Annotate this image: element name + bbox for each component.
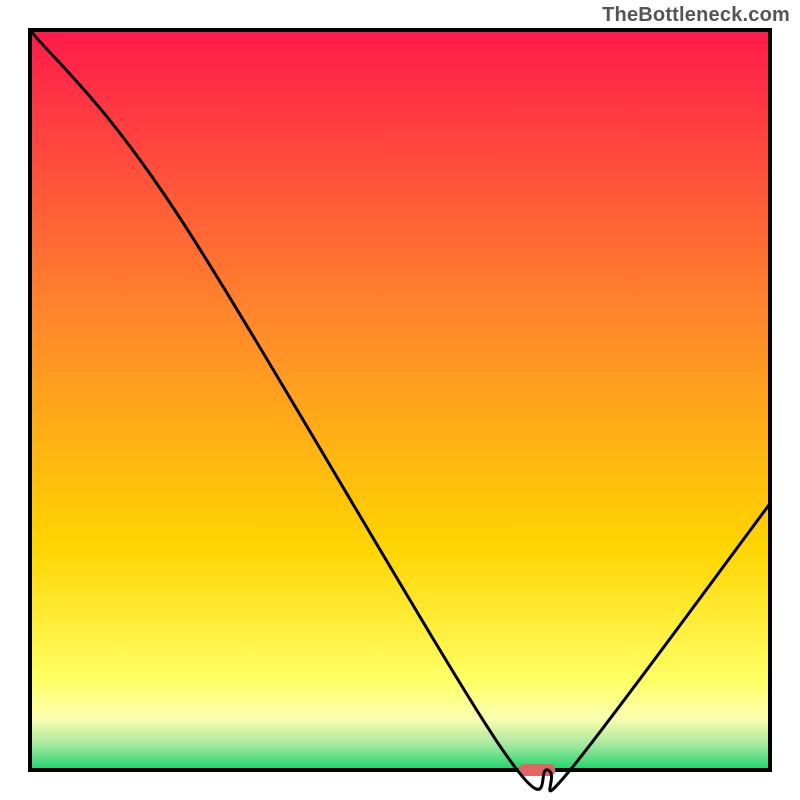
chart-canvas xyxy=(0,0,800,800)
plot-background xyxy=(30,30,770,770)
watermark-text: TheBottleneck.com xyxy=(602,4,790,27)
